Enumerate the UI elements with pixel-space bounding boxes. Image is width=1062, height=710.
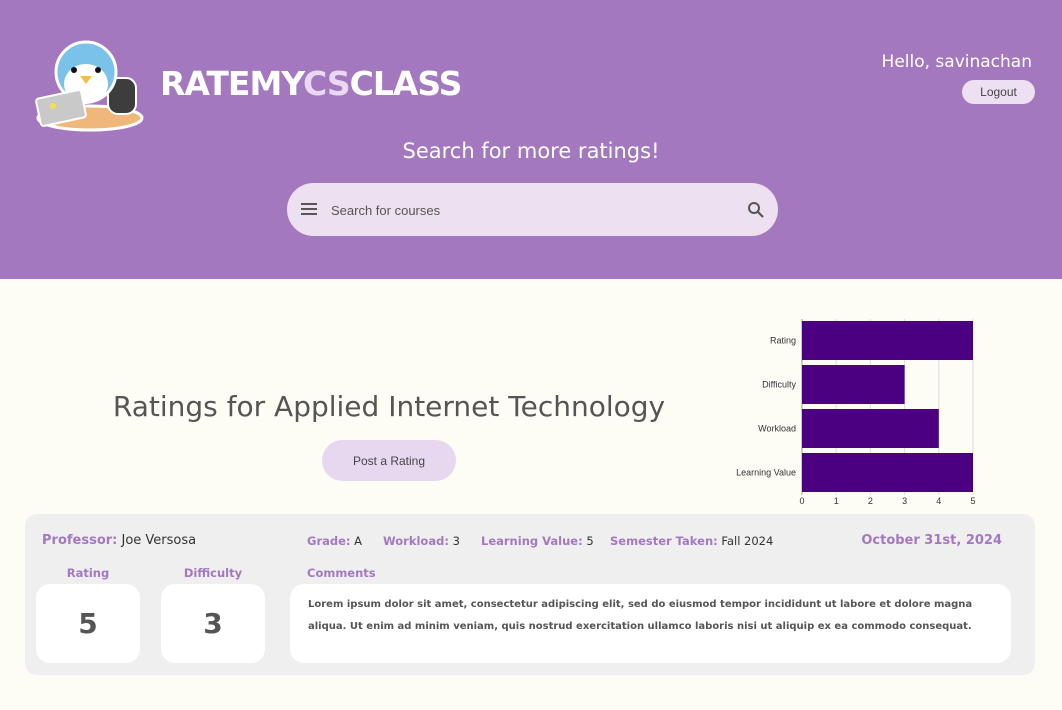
difficulty-label: Difficulty [183, 566, 243, 580]
workload-label: Workload: [383, 534, 449, 548]
chart-tick-label: 0 [799, 496, 804, 506]
rating-label: Rating [66, 566, 110, 580]
brand-part-3: CLASS [349, 64, 463, 103]
ratings-bar-chart: 0 1 2 3 4 5 Rating Difficulty Workload Learning V… [736, 319, 976, 506]
review-date: October 31st, 2024 [861, 533, 1002, 548]
brand-part-2: CS [303, 64, 351, 103]
post-rating-button[interactable]: Post a Rating [322, 440, 456, 481]
semester-info: Semester Taken: Fall 2024 [610, 534, 773, 548]
grade-label: Grade: [307, 534, 351, 548]
learning-value-info: Learning Value: 5 [481, 534, 594, 548]
brand-part-1: RATEMY [160, 64, 304, 103]
chart-tick-label: 1 [834, 496, 839, 506]
workload-info: Workload: 3 [383, 534, 460, 548]
learning-value-value: 5 [586, 534, 594, 548]
search-bar[interactable] [287, 183, 778, 236]
menu-icon[interactable] [301, 202, 317, 216]
brand-title[interactable]: RATEMYCSCLASS [160, 64, 463, 103]
chart-category-label: Difficulty [762, 380, 796, 390]
semester-value: Fall 2024 [721, 534, 774, 548]
semester-label: Semester Taken: [610, 534, 718, 548]
chart-category-label: Workload [758, 424, 796, 434]
chart-tick-label: 2 [868, 496, 873, 506]
header: RATEMYCSCLASS Hello, savinachan Logout S… [0, 0, 1062, 279]
chart-category-label: Learning Value [736, 468, 796, 478]
search-icon[interactable] [747, 201, 764, 218]
penguin-mascot-logo[interactable] [28, 38, 144, 132]
comments-label: Comments [307, 566, 376, 580]
review-card: Professor: Joe Versosa Grade: A Workload… [25, 514, 1035, 675]
chart-tick-label: 5 [970, 496, 975, 506]
difficulty-score: 3 [161, 584, 265, 663]
search-title: Search for more ratings! [402, 139, 660, 163]
grade-info: Grade: A [307, 534, 362, 548]
professor-label: Professor: [42, 533, 118, 548]
workload-value: 3 [452, 534, 460, 548]
chart-category-label: Rating [770, 336, 796, 346]
chart-bar [802, 453, 973, 492]
chart-bar [802, 321, 973, 360]
course-title: Ratings for Applied Internet Technology [112, 390, 666, 423]
learning-value-label: Learning Value: [481, 534, 583, 548]
user-greeting: Hello, savinachan [881, 52, 1032, 72]
chart-tick-label: 4 [936, 496, 941, 506]
comments-text: Lorem ipsum dolor sit amet, consectetur … [290, 584, 1011, 663]
grade-value: A [354, 534, 363, 548]
chart-bar [802, 365, 905, 404]
search-input[interactable] [331, 198, 731, 222]
rating-score: 5 [36, 584, 140, 663]
professor-name: Joe Versosa [121, 533, 197, 548]
chart-tick-label: 3 [902, 496, 907, 506]
chart-bar [802, 409, 939, 448]
professor-info: Professor: Joe Versosa [42, 533, 196, 548]
logout-button[interactable]: Logout [962, 80, 1035, 104]
